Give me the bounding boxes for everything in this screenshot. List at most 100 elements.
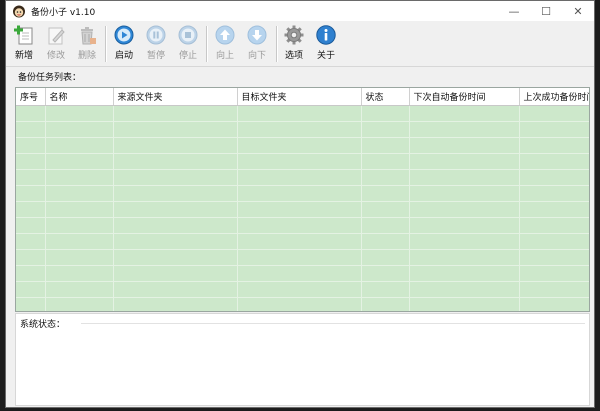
- stop-icon: [178, 25, 198, 45]
- column-header-last-backup-time[interactable]: 上次成功备份时间: [519, 88, 589, 106]
- maximize-button[interactable]: ☐: [530, 1, 562, 21]
- delete-button[interactable]: 删除: [72, 24, 102, 64]
- empty-grid-cell: [237, 233, 362, 250]
- empty-grid-cell: [45, 265, 114, 282]
- empty-grid-cell: [409, 121, 520, 138]
- empty-grid-cell: [237, 217, 362, 234]
- empty-grid-cell: [113, 217, 238, 234]
- edit-button-label: 修改: [46, 51, 65, 61]
- arrow-down-icon: [247, 25, 267, 45]
- empty-grid-cell: [361, 105, 410, 122]
- toolbar-separator: [206, 26, 208, 62]
- empty-grid-cell: [16, 281, 46, 298]
- empty-grid-row: [16, 249, 589, 266]
- title-bar[interactable]: 备份小子 v1.10 — ☐ ✕: [6, 1, 594, 21]
- empty-grid-cell: [361, 265, 410, 282]
- empty-grid-cell: [361, 249, 410, 266]
- app-window: 备份小子 v1.10 — ☐ ✕ 新增 修改 删除 启动 暂停 停止 向上 向下…: [5, 0, 595, 408]
- empty-grid-cell: [361, 297, 410, 311]
- move-up-button[interactable]: 向上: [210, 24, 240, 64]
- task-list-grid[interactable]: 序号 名称 来源文件夹 目标文件夹 状态 下次自动备份时间 上次成功备份时间: [15, 87, 590, 312]
- empty-grid-cell: [519, 265, 589, 282]
- edit-button[interactable]: 修改: [41, 24, 71, 64]
- minimize-button[interactable]: —: [498, 1, 530, 21]
- app-logo-icon: [12, 4, 26, 18]
- empty-grid-cell: [16, 121, 46, 138]
- column-header-index[interactable]: 序号: [16, 88, 46, 106]
- gear-icon: [284, 25, 304, 45]
- column-header-name[interactable]: 名称: [45, 88, 114, 106]
- empty-grid-cell: [16, 153, 46, 170]
- empty-grid-row: [16, 105, 589, 122]
- toolbar-separator: [105, 26, 107, 62]
- empty-grid-cell: [519, 297, 589, 311]
- pause-icon: [146, 25, 166, 45]
- move-down-button-label: 向下: [247, 51, 266, 61]
- empty-grid-cell: [519, 201, 589, 218]
- play-icon: [114, 25, 134, 45]
- stop-button-label: 停止: [178, 51, 197, 61]
- pause-button-label: 暂停: [146, 51, 165, 61]
- empty-grid-cell: [361, 201, 410, 218]
- empty-grid-row: [16, 201, 589, 218]
- empty-grid-row: [16, 153, 589, 170]
- empty-grid-cell: [45, 249, 114, 266]
- start-button-label: 启动: [114, 51, 133, 61]
- empty-grid-cell: [237, 105, 362, 122]
- add-document-icon: [14, 25, 34, 45]
- empty-grid-cell: [16, 169, 46, 186]
- empty-grid-cell: [519, 121, 589, 138]
- options-button[interactable]: 选项: [279, 24, 309, 64]
- empty-grid-cell: [519, 217, 589, 234]
- empty-grid-cell: [237, 249, 362, 266]
- empty-grid-cell: [409, 281, 520, 298]
- empty-grid-cell: [519, 105, 589, 122]
- options-button-label: 选项: [284, 51, 303, 61]
- empty-grid-cell: [45, 281, 114, 298]
- empty-grid-cell: [361, 233, 410, 250]
- empty-grid-cell: [237, 121, 362, 138]
- empty-grid-cell: [361, 169, 410, 186]
- empty-grid-cell: [409, 105, 520, 122]
- empty-grid-cell: [237, 169, 362, 186]
- empty-grid-cell: [113, 153, 238, 170]
- column-header-status[interactable]: 状态: [361, 88, 410, 106]
- empty-grid-cell: [519, 233, 589, 250]
- add-button[interactable]: 新增: [9, 24, 39, 64]
- task-list-label: 备份任务列表：: [18, 73, 82, 83]
- column-header-target-folder[interactable]: 目标文件夹: [237, 88, 362, 106]
- empty-grid-cell: [519, 185, 589, 202]
- empty-grid-cell: [16, 137, 46, 154]
- empty-grid-cell: [237, 185, 362, 202]
- empty-grid-cell: [113, 169, 238, 186]
- empty-grid-cell: [113, 201, 238, 218]
- empty-grid-cell: [409, 153, 520, 170]
- task-list-body: [16, 105, 589, 311]
- empty-grid-cell: [45, 169, 114, 186]
- empty-grid-cell: [113, 297, 238, 311]
- empty-grid-cell: [237, 281, 362, 298]
- empty-grid-row: [16, 217, 589, 234]
- empty-grid-cell: [361, 121, 410, 138]
- empty-grid-cell: [409, 217, 520, 234]
- empty-grid-cell: [45, 185, 114, 202]
- empty-grid-cell: [113, 121, 238, 138]
- column-header-next-backup-time[interactable]: 下次自动备份时间: [409, 88, 520, 106]
- about-button[interactable]: 关于: [311, 24, 341, 64]
- close-button[interactable]: ✕: [562, 1, 594, 21]
- move-down-button[interactable]: 向下: [242, 24, 272, 64]
- empty-grid-cell: [237, 137, 362, 154]
- empty-grid-cell: [45, 121, 114, 138]
- empty-grid-cell: [45, 137, 114, 154]
- system-status-label: 系统状态：: [20, 320, 66, 330]
- empty-grid-cell: [113, 265, 238, 282]
- pause-button[interactable]: 暂停: [141, 24, 171, 64]
- empty-grid-cell: [237, 153, 362, 170]
- empty-grid-cell: [409, 201, 520, 218]
- empty-grid-cell: [361, 185, 410, 202]
- empty-grid-cell: [237, 297, 362, 311]
- stop-button[interactable]: 停止: [173, 24, 203, 64]
- column-header-source-folder[interactable]: 来源文件夹: [113, 88, 238, 106]
- empty-grid-cell: [361, 153, 410, 170]
- start-button[interactable]: 启动: [109, 24, 139, 64]
